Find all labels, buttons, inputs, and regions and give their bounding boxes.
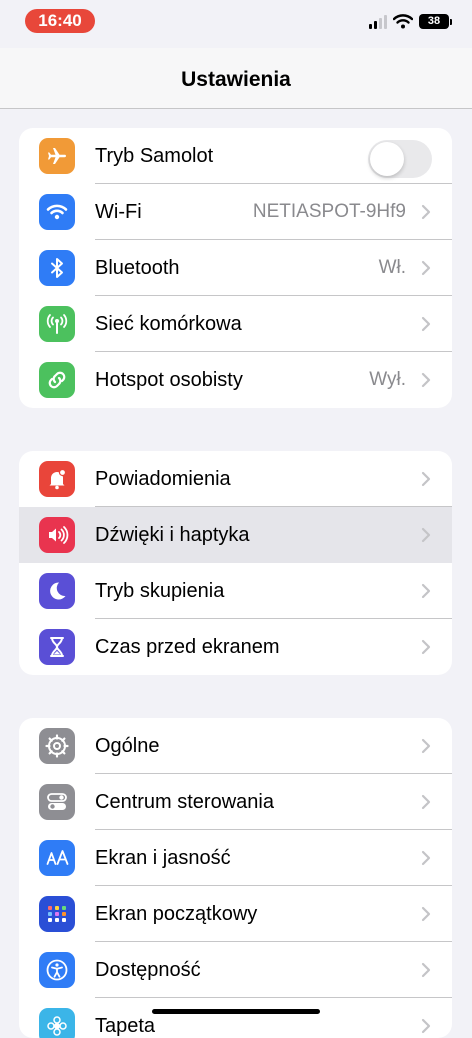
settings-row-focus[interactable]: Tryb skupienia (19, 563, 452, 619)
speaker-icon (39, 517, 75, 553)
cellular-label: Sieć komórkowa (95, 312, 242, 335)
accessibility-icon (39, 952, 75, 988)
hotspot-label: Hotspot osobisty (95, 368, 243, 391)
wifi-network-value: NETIASPOT-9Hf9 (252, 201, 406, 222)
general-label: Ogólne (95, 734, 160, 757)
settings-group-notifications: Powiadomienia Dźwięki i haptyka Tryb sku… (19, 451, 452, 675)
settings-row-wallpaper[interactable]: Tapeta (19, 998, 452, 1038)
chevron-right-icon (421, 639, 431, 655)
airplane-mode-toggle[interactable] (368, 140, 432, 178)
home-indicator[interactable] (152, 1009, 320, 1014)
chevron-right-icon (421, 906, 431, 922)
chevron-right-icon (421, 316, 431, 332)
chevron-right-icon (421, 471, 431, 487)
settings-group-connectivity: Tryb Samolot Wi-Fi NETIASPOT-9Hf9 Blueto… (19, 128, 452, 408)
bluetooth-label: Bluetooth (95, 256, 180, 279)
chevron-right-icon (421, 850, 431, 866)
settings-row-hotspot[interactable]: Hotspot osobisty Wył. (19, 352, 452, 408)
settings-row-notifications[interactable]: Powiadomienia (19, 451, 452, 507)
wifi-status-icon (393, 14, 413, 29)
settings-row-display[interactable]: Ekran i jasność (19, 830, 452, 886)
accessibility-label: Dostępność (95, 958, 201, 981)
settings-row-home-screen[interactable]: Ekran początkowy (19, 886, 452, 942)
hotspot-value: Wył. (369, 369, 406, 390)
wallpaper-label: Tapeta (95, 1014, 156, 1037)
wifi-icon (39, 194, 75, 230)
settings-row-control-center[interactable]: Centrum sterowania (19, 774, 452, 830)
control-center-label: Centrum sterowania (95, 790, 274, 813)
chevron-right-icon (421, 527, 431, 543)
airplane-mode-label: Tryb Samolot (95, 144, 214, 167)
wifi-label: Wi-Fi (95, 200, 142, 223)
moon-icon (39, 573, 75, 609)
toggle-knob (370, 142, 404, 176)
chevron-right-icon (421, 794, 431, 810)
chevron-right-icon (421, 583, 431, 599)
status-bar: 16:40 38 (0, 0, 472, 48)
battery-icon: 38 (419, 14, 449, 29)
focus-label: Tryb skupienia (95, 579, 225, 602)
bluetooth-value: Wł. (378, 257, 406, 278)
home-screen-label: Ekran początkowy (95, 902, 258, 925)
cellular-signal-icon (369, 14, 387, 29)
battery-tip (450, 18, 452, 25)
airplane-icon (39, 138, 75, 174)
chevron-right-icon (421, 962, 431, 978)
chevron-right-icon (421, 372, 431, 388)
flower-icon (39, 1008, 75, 1038)
chevron-right-icon (421, 738, 431, 754)
notifications-label: Powiadomienia (95, 467, 231, 490)
display-brightness-label: Ekran i jasność (95, 846, 231, 869)
bell-icon (39, 461, 75, 497)
chevron-right-icon (421, 204, 431, 220)
text-size-icon (39, 840, 75, 876)
chevron-right-icon (421, 260, 431, 276)
bluetooth-icon (39, 250, 75, 286)
settings-row-general[interactable]: Ogólne (19, 718, 452, 774)
status-icons: 38 (369, 14, 452, 29)
settings-row-wifi[interactable]: Wi-Fi NETIASPOT-9Hf9 (19, 184, 452, 240)
settings-row-sounds-haptics[interactable]: Dźwięki i haptyka (19, 507, 452, 563)
switches-icon (39, 784, 75, 820)
settings-row-accessibility[interactable]: Dostępność (19, 942, 452, 998)
settings-row-airplane-mode[interactable]: Tryb Samolot (19, 128, 452, 184)
app-grid-icon (39, 896, 75, 932)
sounds-haptics-label: Dźwięki i haptyka (95, 523, 250, 546)
hourglass-icon (39, 629, 75, 665)
settings-row-bluetooth[interactable]: Bluetooth Wł. (19, 240, 452, 296)
settings-row-screen-time[interactable]: Czas przed ekranem (19, 619, 452, 675)
screen-time-label: Czas przed ekranem (95, 635, 280, 658)
gear-icon (39, 728, 75, 764)
settings-group-general: Ogólne Centrum sterowania Ekran i jasnoś… (19, 718, 452, 1038)
settings-row-cellular[interactable]: Sieć komórkowa (19, 296, 452, 352)
chevron-right-icon (421, 1018, 431, 1034)
navigation-bar: Ustawienia (0, 48, 472, 109)
page-title: Ustawienia (181, 68, 291, 91)
status-time[interactable]: 16:40 (25, 9, 95, 33)
hotspot-icon (39, 362, 75, 398)
cellular-icon (39, 306, 75, 342)
